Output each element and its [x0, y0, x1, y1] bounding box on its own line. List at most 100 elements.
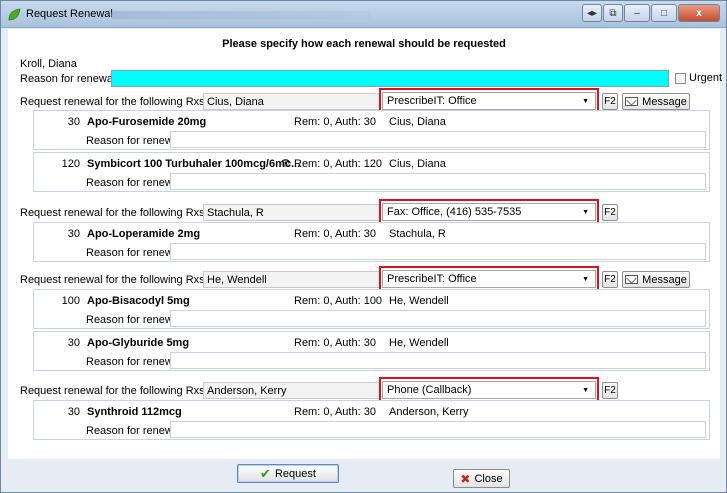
rx-item: 30 Apo-Glyburide 5mg Rem: 0, Auth: 30 He, W…: [33, 331, 710, 371]
request-from-label: Request renewal for the following Rxs fr…: [20, 274, 230, 286]
rx-drug-name: Apo-Glyburide 5mg: [87, 337, 190, 349]
message-button-label: Message: [642, 95, 687, 108]
request-from-label: Request renewal for the following Rxs fr…: [20, 385, 230, 397]
rx-quantity: 120: [61, 158, 80, 170]
rx-remaining-authorized: Rem: 0, Auth: 30: [294, 406, 376, 418]
urgent-checkbox[interactable]: [675, 72, 686, 84]
rx-reason-input[interactable]: [170, 352, 706, 369]
prescriber-field: He, Wendell: [203, 271, 380, 288]
request-button-label: Request: [274, 467, 316, 480]
rx-quantity: 30: [67, 228, 80, 240]
check-icon: ✔: [260, 466, 271, 481]
rx-reason-label: Reason for renewal: [86, 425, 182, 437]
request-button[interactable]: ✔ Request: [237, 464, 339, 483]
f2-button[interactable]: F2: [602, 93, 618, 110]
rx-prescriber-name: Cius, Diana: [389, 158, 446, 170]
rx-drug-name: Symbicort 100 Turbuhaler 100mcg/6mc...: [87, 158, 301, 170]
prescriber-group-row: Request renewal for the following Rxs fr…: [20, 270, 230, 290]
minimize-button[interactable]: –: [624, 4, 650, 22]
close-x-icon: ✖: [460, 471, 471, 486]
request-method-dropdown[interactable]: PrescribeIT: Office ▼: [382, 92, 596, 110]
rx-prescriber-name: He, Wendell: [389, 337, 449, 349]
request-method-dropdown[interactable]: PrescribeIT: Office ▼: [382, 270, 596, 288]
rx-reason-input[interactable]: [170, 131, 706, 148]
leaf-icon: [8, 8, 21, 21]
window-close-button[interactable]: x: [678, 4, 720, 22]
rx-reason-input[interactable]: [170, 421, 706, 438]
message-button-label: Message: [642, 273, 687, 286]
action-bar: ✔ Request ✖ Close: [8, 459, 720, 492]
f2-button[interactable]: F2: [602, 271, 618, 288]
close-button-label: Close: [474, 472, 503, 485]
chevron-down-icon: ▼: [582, 209, 589, 216]
rx-reason-label: Reason for renewal: [86, 177, 182, 189]
window-arrows-button[interactable]: ◂▸: [582, 4, 602, 22]
prescriber-field: Stachula, R: [203, 204, 380, 221]
request-method-dropdown[interactable]: Phone (Callback) ▼: [382, 381, 596, 399]
urgent-label: Urgent: [689, 72, 723, 84]
rx-remaining-authorized: Rem: 0, Auth: 30: [294, 228, 376, 240]
prescriber-group-row: Request renewal for the following Rxs fr…: [20, 381, 230, 401]
patient-name: Kroll, Diana: [20, 58, 77, 70]
reason-for-renewal-input[interactable]: [111, 70, 669, 87]
title-bar[interactable]: Request Renewal ◂▸ ⧉ – □ x: [1, 1, 726, 28]
request-renewal-window: Request Renewal ◂▸ ⧉ – □ x Please specif…: [0, 0, 727, 493]
rx-remaining-authorized: Rem: 0, Auth: 30: [294, 116, 376, 128]
request-from-label: Request renewal for the following Rxs fr…: [20, 96, 230, 108]
rx-drug-name: Synthroid 112mcg: [87, 406, 182, 418]
rx-item: 30 Apo-Furosemide 20mg Rem: 0, Auth: 30 Ciu…: [33, 110, 710, 150]
rx-prescriber-name: He, Wendell: [389, 295, 449, 307]
chevron-down-icon: ▼: [582, 276, 589, 283]
window-title: Request Renewal: [26, 8, 113, 20]
envelope-icon: [625, 97, 639, 106]
rx-drug-name: Apo-Furosemide 20mg: [87, 116, 207, 128]
rx-item: 30 Apo-Loperamide 2mg Rem: 0, Auth: 30 Stac…: [33, 222, 710, 262]
request-method-value: PrescribeIT: Office: [387, 273, 477, 285]
rx-prescriber-name: Stachula, R: [389, 228, 446, 240]
rx-remaining-authorized: Rem: 0, Auth: 120: [294, 158, 383, 170]
chevron-down-icon: ▼: [582, 98, 589, 105]
request-from-label: Request renewal for the following Rxs fr…: [20, 207, 230, 219]
message-button[interactable]: Message: [622, 93, 690, 110]
rx-remaining-authorized: Rem: 0, Auth: 30: [294, 337, 376, 349]
rx-remaining-authorized: Rem: 0, Auth: 100: [294, 295, 383, 307]
rx-reason-input[interactable]: [170, 243, 706, 260]
request-method-dropdown[interactable]: Fax: Office, (416) 535-7535 ▼: [382, 203, 596, 221]
window-controls: ◂▸ ⧉ – □ x: [581, 4, 720, 22]
urgent-option[interactable]: Urgent: [675, 72, 722, 84]
renewal-form: Please specify how each renewal should b…: [8, 29, 722, 459]
window-restore-extra-button[interactable]: ⧉: [603, 4, 623, 22]
request-method-value: Fax: Office, (416) 535-7535: [387, 206, 522, 218]
prescriber-field: Cius, Diana: [203, 93, 380, 110]
chevron-down-icon: ▼: [582, 387, 589, 394]
message-button[interactable]: Message: [622, 271, 690, 288]
prescriber-field: Anderson, Kerry: [203, 382, 380, 399]
rx-prescriber-name: Cius, Diana: [389, 116, 446, 128]
rx-reason-label: Reason for renewal: [86, 356, 182, 368]
eye-icon[interactable]: 👁: [280, 158, 291, 169]
rx-quantity: 30: [67, 116, 80, 128]
rx-reason-label: Reason for renewal: [86, 135, 182, 147]
request-method-value: PrescribeIT: Office: [387, 95, 477, 107]
reason-for-renewal-label: Reason for renewal: [20, 73, 116, 85]
f2-button[interactable]: F2: [602, 204, 618, 221]
rx-quantity: 100: [61, 295, 80, 307]
rx-reason-input[interactable]: [170, 310, 706, 327]
f2-button[interactable]: F2: [602, 382, 618, 399]
rx-quantity: 30: [67, 406, 80, 418]
instruction-heading: Please specify how each renewal should b…: [222, 38, 506, 50]
rx-reason-label: Reason for renewal: [86, 247, 182, 259]
title-bar-blurred-text: [111, 11, 371, 19]
rx-item: 30 Synthroid 112mcg Rem: 0, Auth: 30 Anders…: [33, 400, 710, 440]
rx-reason-input[interactable]: [170, 173, 706, 190]
prescriber-group-row: Request renewal for the following Rxs fr…: [20, 203, 230, 223]
rx-drug-name: Apo-Loperamide 2mg: [87, 228, 201, 240]
request-method-value: Phone (Callback): [387, 384, 472, 396]
rx-quantity: 30: [67, 337, 80, 349]
maximize-button[interactable]: □: [651, 4, 677, 22]
rx-prescriber-name: Anderson, Kerry: [389, 406, 469, 418]
close-button[interactable]: ✖ Close: [453, 469, 510, 488]
envelope-icon: [625, 275, 639, 284]
rx-reason-label: Reason for renewal: [86, 314, 182, 326]
rx-item: 120 Symbicort 100 Turbuhaler 100mcg/6mc..…: [33, 152, 710, 192]
